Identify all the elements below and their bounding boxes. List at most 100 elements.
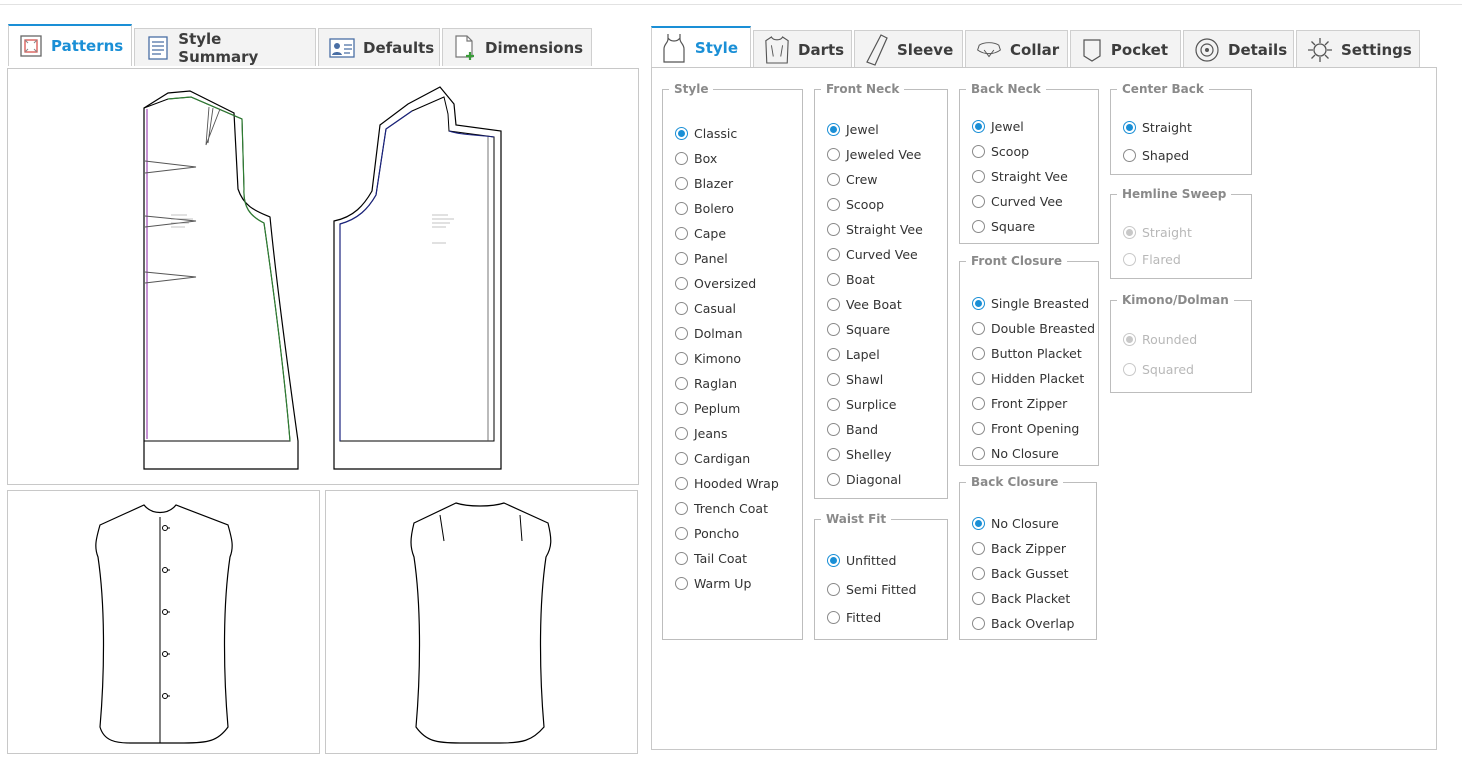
radio-option[interactable]: Semi Fitted — [827, 582, 916, 597]
radio-button[interactable] — [675, 152, 688, 165]
radio-option[interactable]: Jeweled Vee — [827, 147, 921, 162]
radio-button[interactable] — [827, 148, 840, 161]
radio-option[interactable]: Straight — [1123, 120, 1192, 135]
radio-button[interactable] — [972, 617, 985, 630]
radio-button[interactable] — [827, 398, 840, 411]
radio-button[interactable] — [972, 447, 985, 460]
radio-button[interactable] — [827, 448, 840, 461]
radio-option[interactable]: Fitted — [827, 610, 881, 625]
radio-option[interactable]: No Closure — [972, 516, 1059, 531]
radio-button[interactable] — [675, 277, 688, 290]
radio-option[interactable]: Surplice — [827, 397, 896, 412]
radio-button[interactable] — [972, 422, 985, 435]
radio-option[interactable]: Back Zipper — [972, 541, 1066, 556]
radio-option[interactable]: Dolman — [675, 326, 743, 341]
tab-defaults[interactable]: Defaults — [318, 28, 440, 66]
radio-option[interactable]: Lapel — [827, 347, 880, 362]
radio-button[interactable] — [675, 552, 688, 565]
radio-option[interactable]: Oversized — [675, 276, 756, 291]
radio-button[interactable] — [675, 202, 688, 215]
radio-button[interactable] — [827, 611, 840, 624]
radio-option[interactable]: Tail Coat — [675, 551, 747, 566]
radio-option[interactable]: Front Zipper — [972, 396, 1067, 411]
radio-option[interactable]: Scoop — [972, 144, 1029, 159]
radio-option[interactable]: Straight Vee — [827, 222, 923, 237]
radio-option[interactable]: Peplum — [675, 401, 740, 416]
tab-style-summary[interactable]: Style Summary — [134, 28, 316, 66]
radio-button[interactable] — [827, 173, 840, 186]
radio-option[interactable]: Single Breasted — [972, 296, 1089, 311]
radio-option[interactable]: Square — [827, 322, 890, 337]
radio-option[interactable]: Cardigan — [675, 451, 750, 466]
radio-option[interactable]: Panel — [675, 251, 728, 266]
radio-button[interactable] — [827, 198, 840, 211]
radio-button[interactable] — [972, 372, 985, 385]
radio-option[interactable]: Shawl — [827, 372, 883, 387]
radio-button[interactable] — [972, 145, 985, 158]
tab-patterns[interactable]: Patterns — [8, 24, 132, 66]
radio-option[interactable]: Blazer — [675, 176, 733, 191]
radio-option[interactable]: Front Opening — [972, 421, 1079, 436]
radio-button[interactable] — [972, 542, 985, 555]
radio-button[interactable] — [675, 527, 688, 540]
radio-button[interactable] — [675, 227, 688, 240]
radio-button[interactable] — [675, 352, 688, 365]
tab-details[interactable]: Details — [1183, 30, 1294, 68]
radio-button[interactable] — [675, 502, 688, 515]
radio-option[interactable]: Back Gusset — [972, 566, 1069, 581]
radio-button[interactable] — [972, 220, 985, 233]
radio-button[interactable] — [972, 322, 985, 335]
radio-option[interactable]: Poncho — [675, 526, 739, 541]
radio-button[interactable] — [972, 397, 985, 410]
radio-button[interactable] — [675, 302, 688, 315]
radio-option[interactable]: Scoop — [827, 197, 884, 212]
radio-button[interactable] — [972, 170, 985, 183]
radio-button[interactable] — [827, 323, 840, 336]
tab-dimensions[interactable]: Dimensions — [442, 28, 592, 66]
radio-option[interactable]: Diagonal — [827, 472, 901, 487]
radio-option[interactable]: Box — [675, 151, 717, 166]
radio-button[interactable] — [675, 252, 688, 265]
radio-button[interactable] — [675, 377, 688, 390]
radio-button[interactable] — [827, 248, 840, 261]
radio-option[interactable]: Jewel — [972, 119, 1024, 134]
radio-button[interactable] — [827, 373, 840, 386]
radio-option[interactable]: Square — [972, 219, 1035, 234]
radio-button[interactable] — [972, 297, 985, 310]
radio-option[interactable]: Hooded Wrap — [675, 476, 779, 491]
radio-option[interactable]: Bolero — [675, 201, 734, 216]
radio-option[interactable]: Jeans — [675, 426, 727, 441]
radio-button[interactable] — [675, 477, 688, 490]
radio-option[interactable]: Back Overlap — [972, 616, 1074, 631]
radio-button[interactable] — [827, 423, 840, 436]
tab-sleeve[interactable]: Sleeve — [854, 30, 963, 68]
radio-button[interactable] — [972, 592, 985, 605]
radio-option[interactable]: Crew — [827, 172, 878, 187]
radio-button[interactable] — [827, 348, 840, 361]
radio-button[interactable] — [827, 298, 840, 311]
radio-button[interactable] — [675, 577, 688, 590]
radio-button[interactable] — [972, 120, 985, 133]
radio-option[interactable]: Classic — [675, 126, 737, 141]
radio-option[interactable]: Trench Coat — [675, 501, 768, 516]
radio-option[interactable]: Warm Up — [675, 576, 751, 591]
radio-button[interactable] — [1123, 121, 1136, 134]
radio-option[interactable]: Band — [827, 422, 878, 437]
radio-option[interactable]: Boat — [827, 272, 875, 287]
radio-button[interactable] — [972, 517, 985, 530]
radio-button[interactable] — [972, 567, 985, 580]
radio-option[interactable]: Jewel — [827, 122, 879, 137]
radio-button[interactable] — [675, 452, 688, 465]
radio-option[interactable]: Shelley — [827, 447, 892, 462]
radio-button[interactable] — [675, 402, 688, 415]
radio-option[interactable]: Back Placket — [972, 591, 1070, 606]
radio-option[interactable]: Unfitted — [827, 553, 896, 568]
radio-option[interactable]: Casual — [675, 301, 736, 316]
radio-button[interactable] — [675, 427, 688, 440]
radio-button[interactable] — [675, 327, 688, 340]
tab-settings[interactable]: Settings — [1296, 30, 1420, 68]
radio-button[interactable] — [827, 123, 840, 136]
tab-darts[interactable]: Darts — [753, 30, 852, 68]
radio-button[interactable] — [827, 582, 840, 596]
radio-button[interactable] — [675, 127, 688, 140]
